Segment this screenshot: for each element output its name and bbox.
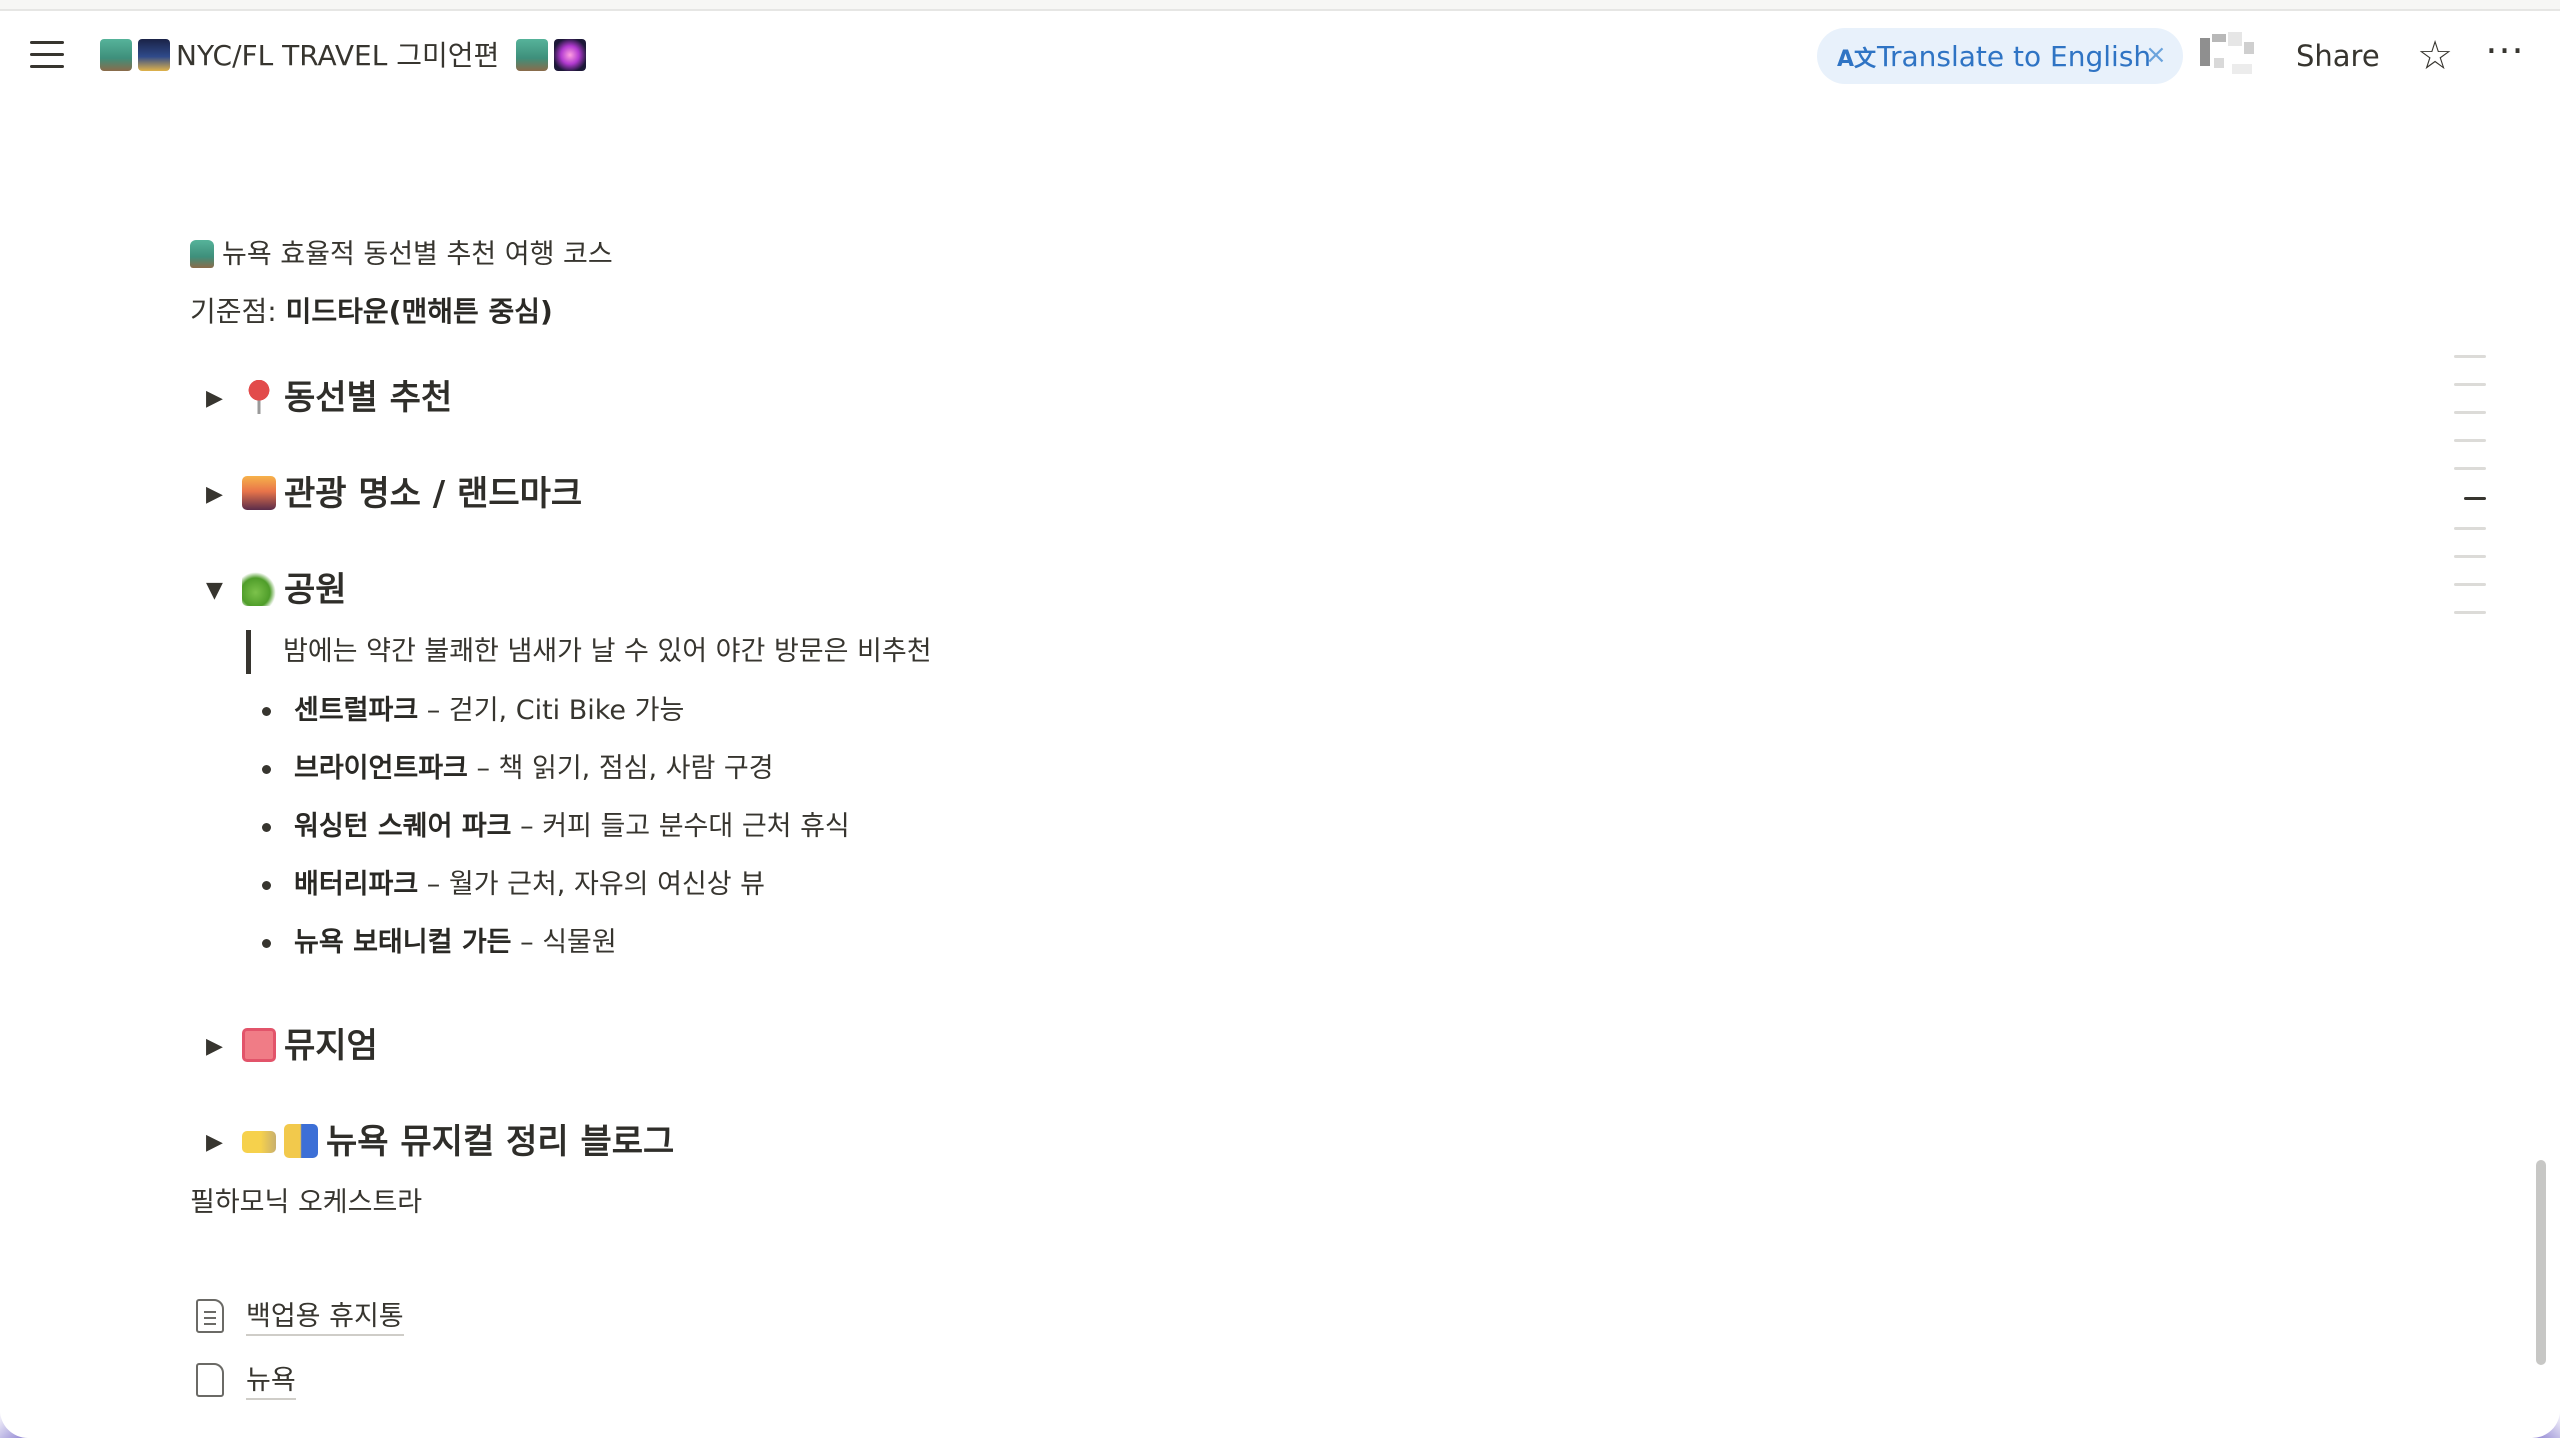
toc-dash[interactable] — [2454, 439, 2486, 442]
page-link-label[interactable]: 백업용 휴지통 — [246, 1301, 404, 1336]
toggle-heading-museums[interactable]: ▶ 뮤지엄 — [206, 1018, 378, 1067]
avatar[interactable] — [2198, 28, 2278, 84]
vertical-scrollbar[interactable] — [2536, 1160, 2546, 1365]
toggle-heading-label: 관광 명소 / 랜드마크 — [284, 474, 583, 514]
toggle-collapsed-icon[interactable]: ▶ — [206, 1034, 242, 1059]
statue-of-liberty-icon — [100, 39, 132, 71]
intro-label: 뉴욕 효율적 동선별 추천 여행 코스 — [222, 239, 613, 270]
toggle-heading-musicals[interactable]: ▶ 뉴욕 뮤지컬 정리 블로그 — [206, 1114, 674, 1163]
park-desc: – 식물원 — [511, 927, 617, 958]
page-link-backup-trash[interactable]: 백업용 휴지통 — [196, 1294, 404, 1336]
park-desc: – 걷기, Citi Bike 가능 — [418, 695, 685, 726]
translate-icon: A文 — [1837, 47, 1877, 72]
fireworks-icon — [554, 39, 587, 71]
translate-label: Translate to English — [1877, 40, 2152, 73]
theater-masks-icon — [284, 1124, 318, 1158]
sidebar-menu-button[interactable] — [26, 35, 70, 75]
window-top-edge — [0, 0, 2560, 11]
toggle-heading-landmarks[interactable]: ▶ 관광 명소 / 랜드마크 — [206, 466, 582, 515]
night-city-icon — [138, 39, 170, 71]
park-list: 센트럴파크 – 걷기, Citi Bike 가능 브라이언트파크 – 책 읽기,… — [262, 682, 850, 972]
close-icon[interactable]: × — [2145, 40, 2167, 70]
park-name: 센트럴파크 — [294, 695, 419, 726]
ticket-icon — [242, 1028, 276, 1062]
page-link-label[interactable]: 뉴욕 — [246, 1365, 296, 1400]
base-point-value: 미드타운(맨해튼 중심) — [285, 295, 553, 328]
toggle-heading-label: 뮤지엄 — [284, 1026, 378, 1066]
intro-text: 뉴욕 효율적 동선별 추천 여행 코스 — [190, 232, 613, 271]
toc-dash[interactable] — [2454, 583, 2486, 586]
toggle-collapsed-icon[interactable]: ▶ — [206, 1130, 242, 1155]
statue-of-liberty-icon — [190, 240, 214, 268]
park-desc: – 커피 들고 분수대 근처 휴식 — [511, 811, 850, 842]
list-item: 센트럴파크 – 걷기, Citi Bike 가능 — [262, 682, 850, 740]
leaf-icon — [242, 572, 276, 606]
park-name: 워싱턴 스퀘어 파크 — [294, 811, 512, 842]
menu-line-icon — [30, 41, 64, 44]
pin-icon — [242, 380, 276, 414]
toc-dash[interactable] — [2454, 355, 2486, 358]
toggle-heading-label: 공원 — [284, 570, 347, 610]
toggle-heading-label: 뉴욕 뮤지컬 정리 블로그 — [326, 1122, 675, 1162]
list-item: 워싱턴 스퀘어 파크 – 커피 들고 분수대 근처 휴식 — [262, 798, 850, 856]
park-desc: – 책 읽기, 점심, 사람 구경 — [467, 753, 774, 784]
favorite-star-icon[interactable]: ☆ — [2410, 31, 2460, 81]
more-options-icon[interactable]: ··· — [2480, 31, 2530, 81]
philharmonic-text: 필하모닉 오케스트라 — [190, 1187, 423, 1218]
toc-dash[interactable] — [2454, 611, 2486, 614]
top-bar: NYC/FL TRAVEL 그미언편 A文 Translate to Engli… — [0, 11, 2560, 101]
toc-dash[interactable] — [2454, 411, 2486, 414]
toc-dash-active[interactable] — [2464, 497, 2486, 500]
list-item: 뉴욕 보태니컬 가든 – 식물원 — [262, 914, 850, 972]
park-desc: – 월가 근처, 자유의 여신상 뷰 — [418, 869, 766, 900]
translate-button[interactable]: A文 Translate to English × — [1817, 28, 2183, 84]
broadway-sign-icon — [242, 1131, 276, 1153]
toc-dash[interactable] — [2454, 527, 2486, 530]
toggle-heading-routes[interactable]: ▶ 동선별 추천 — [206, 370, 452, 419]
cityscape-icon — [242, 476, 276, 510]
menu-line-icon — [30, 53, 64, 56]
document-icon — [196, 1299, 224, 1333]
toggle-heading-parks[interactable]: ▼ 공원 — [206, 562, 347, 611]
toggle-collapsed-icon[interactable]: ▶ — [206, 386, 242, 411]
park-name: 브라이언트파크 — [294, 753, 468, 784]
park-name: 뉴욕 보태니컬 가든 — [294, 927, 512, 958]
toggle-expanded-icon[interactable]: ▼ — [206, 578, 242, 603]
page-icon — [196, 1363, 224, 1397]
toc-dash[interactable] — [2454, 555, 2486, 558]
base-point-text: 기준점: 미드타운(맨해튼 중심) — [190, 290, 553, 330]
toc-dash[interactable] — [2454, 467, 2486, 470]
page-title-breadcrumb[interactable]: NYC/FL TRAVEL 그미언편 — [100, 33, 592, 79]
park-note-quote: 밤에는 약간 불쾌한 냄새가 날 수 있어 야간 방문은 비추천 — [246, 630, 932, 674]
list-item: 배터리파크 – 월가 근처, 자유의 여신상 뷰 — [262, 856, 850, 914]
statue-of-liberty-icon — [516, 39, 549, 71]
page-link-newyork[interactable]: 뉴욕 — [196, 1358, 296, 1400]
page-title: NYC/FL TRAVEL 그미언편 — [176, 39, 500, 72]
park-name: 배터리파크 — [294, 869, 419, 900]
base-point-prefix: 기준점: — [190, 295, 286, 328]
toggle-collapsed-icon[interactable]: ▶ — [206, 482, 242, 507]
share-button[interactable]: Share — [2296, 31, 2380, 81]
list-item: 브라이언트파크 – 책 읽기, 점심, 사람 구경 — [262, 740, 850, 798]
toggle-heading-label: 동선별 추천 — [284, 378, 453, 418]
toc-dash[interactable] — [2454, 383, 2486, 386]
menu-line-icon — [30, 65, 64, 68]
